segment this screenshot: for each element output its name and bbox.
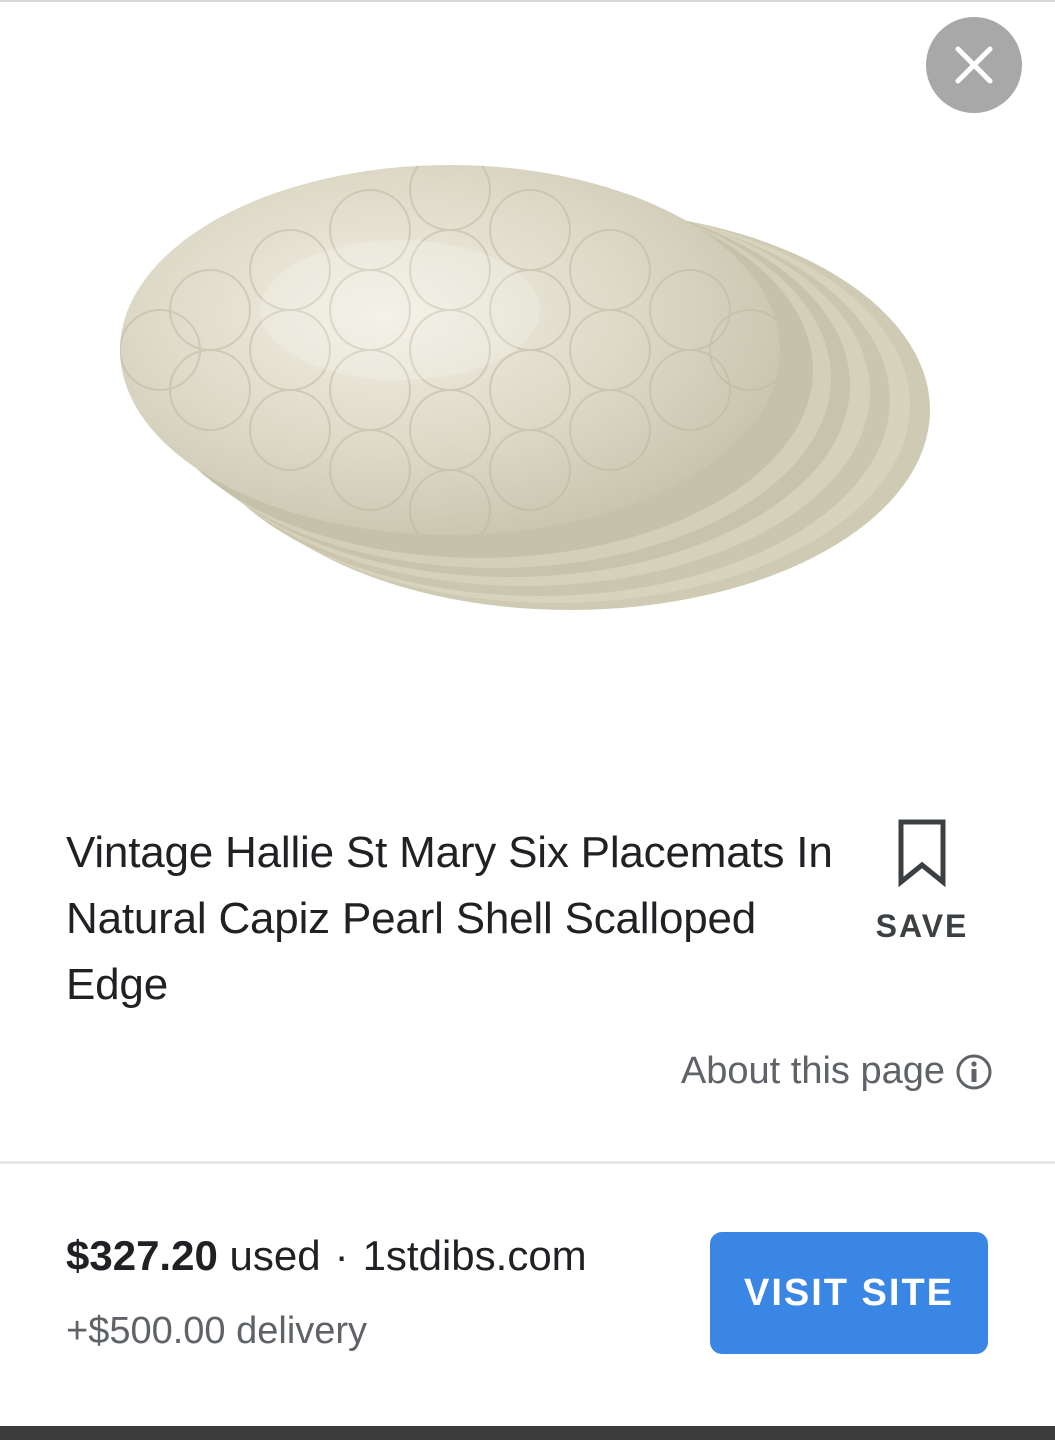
visit-site-button[interactable]: VISIT SITE — [710, 1232, 988, 1354]
close-icon — [955, 46, 993, 84]
save-label: SAVE — [875, 908, 969, 944]
info-icon — [956, 1054, 992, 1089]
bottom-bar — [0, 1426, 1055, 1440]
about-label: About this page — [680, 1050, 945, 1092]
delivery-cost: +$500.00 delivery — [66, 1310, 368, 1352]
product-image[interactable] — [100, 160, 960, 640]
close-button[interactable] — [926, 17, 1022, 113]
seller-site: 1stdibs.com — [362, 1232, 587, 1279]
product-title: Vintage Hallie St Mary Six Placemats In … — [66, 828, 833, 1009]
offer-line: $327.20 used · 1stdibs.com — [66, 1232, 587, 1280]
save-button[interactable]: SAVE — [866, 818, 978, 948]
top-border — [0, 0, 1055, 2]
condition: used — [229, 1232, 321, 1279]
product-detail-panel: Vintage Hallie St Mary Six Placemats In … — [0, 0, 1055, 1440]
section-divider — [0, 1161, 1055, 1164]
separator: · — [334, 1232, 349, 1279]
about-this-page-link[interactable]: About this page — [681, 1050, 993, 1093]
price: $327.20 — [66, 1232, 218, 1279]
bookmark-icon — [898, 819, 946, 888]
